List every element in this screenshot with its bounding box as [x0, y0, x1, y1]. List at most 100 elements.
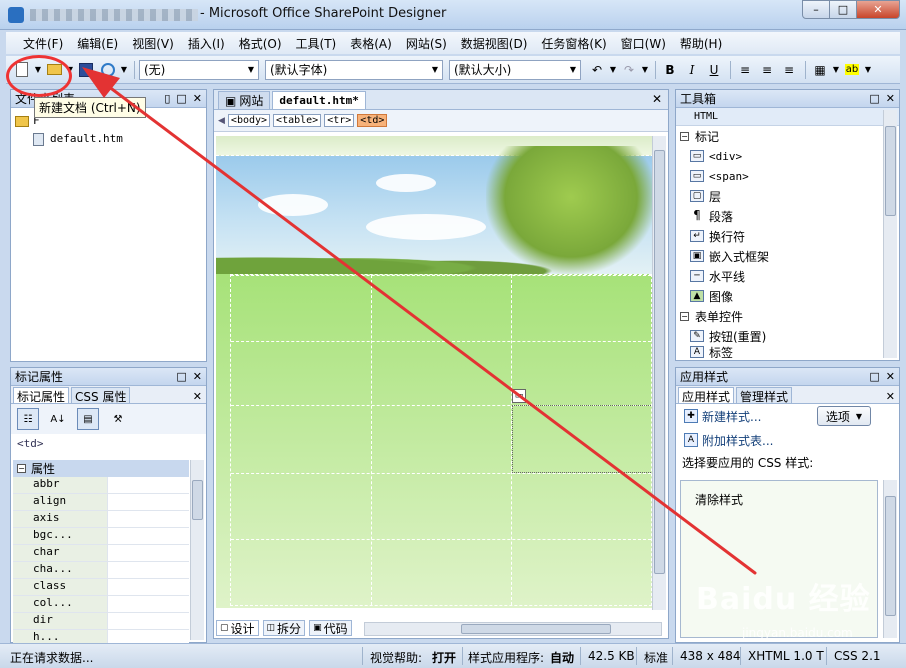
font-select[interactable]: (默认字体) ▼	[265, 59, 443, 80]
categorized-view-icon[interactable]: ☷	[17, 408, 39, 430]
preview-button[interactable]	[98, 60, 118, 80]
file-row[interactable]: default.htm	[33, 132, 123, 146]
property-value[interactable]	[107, 511, 189, 527]
chevron-left-icon[interactable]: ◀	[218, 116, 225, 126]
close-document-icon[interactable]: ✕	[652, 92, 662, 106]
toolbox-item-layer[interactable]: ▢ 层	[676, 186, 899, 206]
maximize-button[interactable]: □	[829, 0, 857, 19]
property-value[interactable]	[107, 494, 189, 510]
toolbox-item-horizontal-rule[interactable]: ─ 水平线	[676, 266, 899, 286]
restore-icon[interactable]: □	[176, 370, 186, 383]
property-category[interactable]: − 属性	[13, 460, 189, 477]
property-row[interactable]: axis	[13, 511, 189, 528]
selected-td-cell[interactable]	[512, 405, 653, 473]
property-row[interactable]: class	[13, 579, 189, 596]
minimize-button[interactable]: –	[802, 0, 830, 19]
rendering-mode[interactable]: 标准	[644, 649, 668, 666]
styles-scrollbar[interactable]	[883, 480, 897, 638]
property-value[interactable]	[107, 613, 189, 629]
property-value[interactable]	[107, 545, 189, 561]
property-value[interactable]	[107, 579, 189, 595]
underline-button[interactable]: U	[704, 60, 724, 80]
tab-split[interactable]: ◫ 拆分	[262, 620, 306, 636]
menu-window[interactable]: 窗口(W)	[614, 35, 673, 52]
toolbox-item-image[interactable]: ▲ 图像	[676, 286, 899, 306]
tag-tool-icon[interactable]: ⚒	[107, 408, 129, 430]
new-document-dropdown[interactable]: ▼	[34, 60, 42, 80]
menu-file[interactable]: 文件(F)	[16, 35, 70, 52]
breadcrumb-body[interactable]: <body>	[227, 114, 271, 127]
save-button[interactable]	[76, 60, 96, 80]
style-application-label[interactable]: 样式应用程序:	[468, 649, 544, 666]
css-schema[interactable]: CSS 2.1	[834, 649, 881, 663]
layout-table[interactable]: ▭	[230, 274, 653, 606]
scrollbar-thumb[interactable]	[885, 496, 896, 616]
tab-design[interactable]: ▢ 设计	[216, 620, 259, 636]
close-icon[interactable]: ✕	[886, 370, 895, 383]
property-value[interactable]	[107, 596, 189, 612]
toolbox-item-reset-button[interactable]: ✎ 按钮(重置)	[676, 326, 899, 346]
close-icon[interactable]: ✕	[193, 370, 202, 383]
design-canvas[interactable]: ▭	[216, 136, 654, 608]
new-style-link[interactable]: ✚ 新建样式... 选项 ▼	[676, 404, 899, 428]
html-section[interactable]: HTML	[676, 108, 899, 126]
menu-insert[interactable]: 插入(I)	[181, 35, 232, 52]
open-dropdown[interactable]: ▼	[66, 60, 74, 80]
align-center-button[interactable]: ≡	[757, 60, 777, 80]
tab-tag-properties[interactable]: 标记属性	[13, 387, 70, 404]
undo-dropdown[interactable]: ▼	[609, 60, 617, 80]
restore-icon[interactable]: □	[869, 370, 879, 383]
toolbox-scrollbar[interactable]	[883, 110, 897, 358]
doctype-schema[interactable]: XHTML 1.0 T	[748, 649, 824, 663]
cell-marker-icon[interactable]: ▭	[512, 389, 526, 403]
menu-data-view[interactable]: 数据视图(D)	[454, 35, 535, 52]
properties-scrollbar[interactable]	[190, 460, 204, 640]
visual-aids-label[interactable]: 视觉帮助:	[370, 649, 422, 666]
close-icon[interactable]: ✕	[886, 92, 895, 105]
property-value[interactable]	[107, 477, 189, 493]
toolbox-item-iframe[interactable]: ▣ 嵌入式框架	[676, 246, 899, 266]
open-button[interactable]	[44, 60, 64, 80]
tab-apply-styles[interactable]: 应用样式	[678, 387, 735, 404]
toolbox-item-paragraph[interactable]: ¶ 段落	[676, 206, 899, 226]
preview-dropdown[interactable]: ▼	[120, 60, 128, 80]
menu-edit[interactable]: 编辑(E)	[70, 35, 125, 52]
toolbox-item-div[interactable]: ▭ <div>	[676, 146, 899, 166]
toolbox-item-line-break[interactable]: ↵ 换行符	[676, 226, 899, 246]
options-button[interactable]: 选项 ▼	[816, 406, 871, 426]
menu-view[interactable]: 视图(V)	[125, 35, 181, 52]
editor-horizontal-scrollbar[interactable]	[364, 622, 662, 636]
font-size-select[interactable]: (默认大小) ▼	[449, 59, 581, 80]
sort-az-icon[interactable]: A↓	[47, 408, 69, 430]
scrollbar-thumb[interactable]	[885, 126, 896, 216]
style-application-value[interactable]: 自动	[550, 649, 574, 666]
restore-icon[interactable]: □	[176, 92, 186, 105]
restore-icon[interactable]: □	[869, 92, 879, 105]
scrollbar-thumb[interactable]	[192, 480, 203, 520]
align-left-button[interactable]: ≡	[735, 60, 755, 80]
toolbox-item-label-control[interactable]: A 标签	[676, 346, 899, 358]
bold-button[interactable]: B	[660, 60, 680, 80]
redo-dropdown[interactable]: ▼	[641, 60, 649, 80]
property-row[interactable]: dir	[13, 613, 189, 630]
attach-stylesheet-link[interactable]: A 附加样式表...	[676, 428, 899, 452]
tab-code[interactable]: ▣ 代码	[309, 620, 352, 636]
new-document-button[interactable]	[12, 60, 32, 80]
tab-default-htm[interactable]: default.htm*	[272, 91, 366, 109]
borders-dropdown[interactable]: ▼	[832, 60, 840, 80]
menu-site[interactable]: 网站(S)	[399, 35, 454, 52]
highlight-button[interactable]: ab	[842, 60, 862, 80]
scrollbar-thumb[interactable]	[654, 150, 665, 574]
menu-task-panes[interactable]: 任务窗格(K)	[534, 35, 613, 52]
property-row[interactable]: char	[13, 545, 189, 562]
tags-group[interactable]: − 标记	[676, 126, 899, 146]
menu-format[interactable]: 格式(O)	[232, 35, 289, 52]
close-icon[interactable]: ✕	[193, 390, 202, 403]
undo-button[interactable]: ↶	[587, 60, 607, 80]
menu-tools[interactable]: 工具(T)	[289, 35, 344, 52]
editor-vertical-scrollbar[interactable]	[652, 136, 666, 610]
align-right-button[interactable]: ≡	[779, 60, 799, 80]
property-row[interactable]: bgc...	[13, 528, 189, 545]
property-value[interactable]	[107, 562, 189, 578]
menu-table[interactable]: 表格(A)	[343, 35, 399, 52]
